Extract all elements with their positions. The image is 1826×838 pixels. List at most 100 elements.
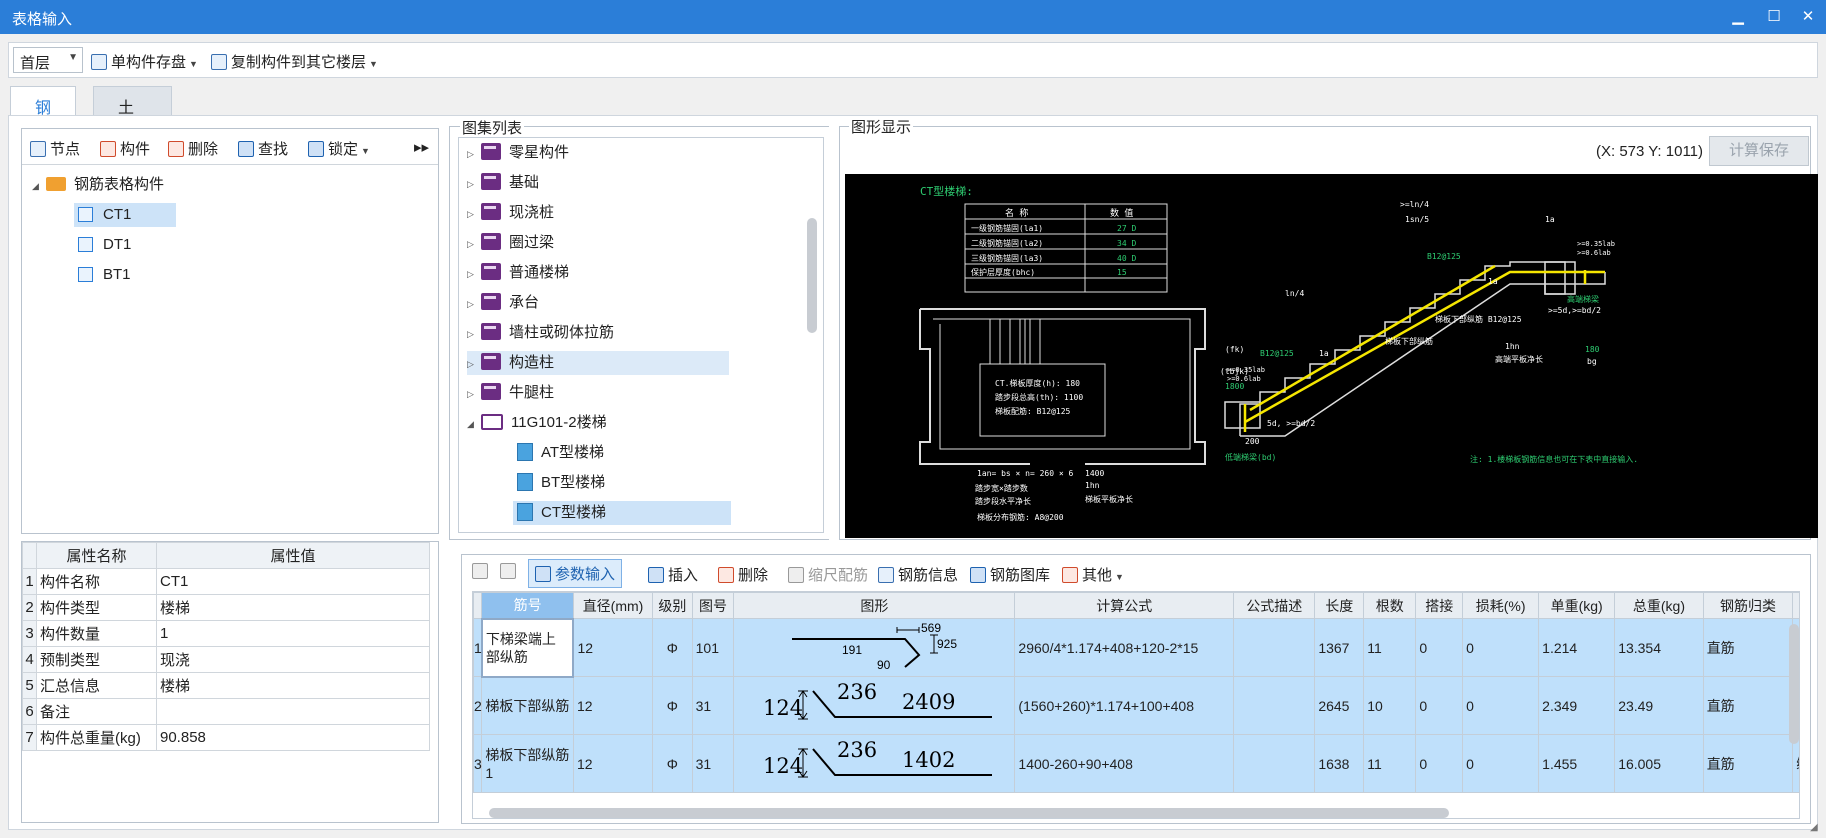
col-header[interactable]: 损耗(%) [1462, 592, 1540, 619]
atlas-group-expanded[interactable]: ◢ 11G101-2楼梯 [467, 411, 607, 435]
loss-cell[interactable]: 0 [1462, 618, 1540, 677]
close-button[interactable]: ✕ [1794, 5, 1822, 29]
atlas-item[interactable]: ▷ 承台 [467, 291, 539, 315]
count-cell[interactable]: 11 [1363, 734, 1417, 793]
col-header[interactable]: 图形 [733, 592, 1016, 619]
resize-grip-icon[interactable]: ◢ [1810, 822, 1818, 833]
atlas-item-highlighted[interactable]: ▷ 构造柱 [467, 351, 729, 375]
diameter-cell[interactable]: 12 [572, 676, 654, 735]
length-cell[interactable]: 1638 [1314, 734, 1365, 793]
formula-cell[interactable]: 2960/4*1.174+408+120-2*15 [1014, 618, 1235, 677]
col-header[interactable]: 钢筋归类 [1702, 592, 1794, 619]
move-down-button[interactable] [500, 563, 520, 580]
prop-row[interactable]: 5 汇总信息 楼梯 [22, 672, 430, 699]
shape-cell[interactable]: 124 236 2409 [733, 676, 1016, 735]
save-single-button[interactable]: 单构件存盘 ▼ [91, 51, 198, 72]
atlas-item[interactable]: ▷ 牛腿柱 [467, 381, 554, 405]
col-header[interactable]: 根数 [1363, 592, 1417, 619]
col-header[interactable]: 公式描述 [1233, 592, 1316, 619]
bar-name-cell[interactable]: 梯板下部纵筋 [481, 676, 574, 735]
atlas-subitem[interactable]: BT型楼梯 [517, 471, 605, 495]
prop-value[interactable]: 现浇 [156, 646, 430, 673]
shape-cell[interactable]: 569 925 191 90 [733, 618, 1016, 677]
formula-cell[interactable]: (1560+260)*1.174+100+408 [1014, 676, 1235, 735]
col-header[interactable]: 筋号 [481, 592, 574, 619]
diameter-cell[interactable]: 12 [572, 734, 654, 793]
add-node-button[interactable]: 节点 [30, 138, 80, 159]
figure-no-cell[interactable]: 31 [691, 676, 735, 735]
shape-cell[interactable]: 124 236 1402 [733, 734, 1016, 793]
copy-to-floor-button[interactable]: 复制构件到其它楼层 ▼ [211, 51, 378, 72]
prop-value[interactable]: CT1 [156, 568, 430, 595]
total-weight-cell[interactable]: 13.354 [1614, 618, 1704, 677]
find-button[interactable]: 查找 [238, 138, 288, 159]
grid-delete-button[interactable]: 删除 [718, 564, 768, 585]
unit-weight-cell[interactable]: 1.455 [1538, 734, 1616, 793]
count-cell[interactable]: 10 [1363, 676, 1417, 735]
lap-cell[interactable]: 0 [1415, 676, 1464, 735]
category-cell[interactable]: 直筋 [1702, 676, 1794, 735]
prop-value[interactable]: 楼梯 [156, 672, 430, 699]
atlas-scrollbar[interactable] [807, 218, 817, 333]
rebar-info-button[interactable]: 钢筋信息 [878, 564, 958, 585]
col-header[interactable]: 级别 [652, 592, 693, 619]
col-header[interactable]: 搭 [1792, 592, 1799, 619]
delete-button[interactable]: 删除 [168, 138, 218, 159]
atlas-subitem-selected[interactable]: CT型楼梯 [513, 501, 731, 525]
length-cell[interactable]: 1367 [1314, 618, 1365, 677]
table-row[interactable]: 2 梯板下部纵筋 12 Φ 31 124 236 2409 (1560+260)*1… [473, 676, 1799, 735]
maximize-button[interactable]: ☐ [1760, 5, 1788, 29]
prop-row[interactable]: 1 构件名称 CT1 [22, 568, 430, 595]
lap-cell[interactable]: 0 [1415, 618, 1464, 677]
add-component-button[interactable]: 构件 [100, 138, 150, 159]
prop-value[interactable]: 楼梯 [156, 594, 430, 621]
atlas-item[interactable]: ▷ 基础 [467, 171, 539, 195]
tree-root[interactable]: ◢ 钢筋表格构件 [32, 173, 164, 197]
col-header[interactable]: 计算公式 [1014, 592, 1235, 619]
prop-value[interactable]: 1 [156, 620, 430, 647]
length-cell[interactable]: 2645 [1314, 676, 1365, 735]
total-weight-cell[interactable]: 23.49 [1614, 676, 1704, 735]
col-header[interactable]: 长度 [1314, 592, 1365, 619]
grade-cell[interactable]: Φ [652, 618, 693, 677]
formula-cell[interactable]: 1400-260+90+408 [1014, 734, 1235, 793]
tab-civil[interactable]: 土建 [93, 86, 172, 141]
category-cell[interactable]: 直筋 [1702, 618, 1794, 677]
lap-cell[interactable]: 0 [1415, 734, 1464, 793]
prop-row[interactable]: 3 构件数量 1 [22, 620, 430, 647]
unit-weight-cell[interactable]: 2.349 [1538, 676, 1616, 735]
prop-row[interactable]: 6 备注 [22, 698, 430, 725]
col-header[interactable]: 总重(kg) [1614, 592, 1704, 619]
lock-button[interactable]: 锁定 ▼ [308, 138, 370, 159]
param-input-button[interactable]: 参数输入 [528, 559, 623, 588]
rebar-library-button[interactable]: 钢筋图库 [970, 564, 1050, 585]
minimize-button[interactable]: ▁ [1724, 5, 1752, 29]
col-header[interactable]: 直径(mm) [572, 592, 654, 619]
loss-cell[interactable]: 0 [1462, 676, 1540, 735]
category-cell[interactable]: 直筋 [1702, 734, 1794, 793]
count-cell[interactable]: 11 [1363, 618, 1417, 677]
figure-no-cell[interactable]: 101 [691, 618, 735, 677]
atlas-item[interactable]: ▷ 零星构件 [467, 141, 569, 165]
figure-no-cell[interactable]: 31 [691, 734, 735, 793]
diameter-cell[interactable]: 12 [572, 618, 654, 677]
loss-cell[interactable]: 0 [1462, 734, 1540, 793]
floor-select[interactable]: 首层 ▼ [13, 47, 83, 73]
bar-name-cell[interactable]: 下梯梁端上部纵筋 [480, 617, 575, 678]
insert-button[interactable]: 插入 [648, 564, 698, 585]
grade-cell[interactable]: Φ [652, 734, 693, 793]
atlas-item[interactable]: ▷ 现浇桩 [467, 201, 554, 225]
prop-row[interactable]: 7 构件总重量(kg) 90.858 [22, 724, 430, 751]
grid-horizontal-scrollbar[interactable] [489, 808, 1449, 818]
tree-item-bt1[interactable]: BT1 [78, 263, 131, 287]
prop-row[interactable]: 2 构件类型 楼梯 [22, 594, 430, 621]
unit-weight-cell[interactable]: 1.214 [1538, 618, 1616, 677]
atlas-item[interactable]: ▷ 圈过梁 [467, 231, 554, 255]
atlas-subitem[interactable]: AT型楼梯 [517, 441, 604, 465]
total-weight-cell[interactable]: 16.005 [1614, 734, 1704, 793]
prop-value[interactable]: 90.858 [156, 724, 430, 751]
table-row[interactable]: 3 梯板下部纵筋1 12 Φ 31 124 236 1402 1400-260+90… [473, 734, 1799, 793]
tree-item-dt1[interactable]: DT1 [78, 233, 131, 257]
formula-desc-cell[interactable] [1233, 734, 1316, 793]
formula-desc-cell[interactable] [1233, 618, 1316, 677]
